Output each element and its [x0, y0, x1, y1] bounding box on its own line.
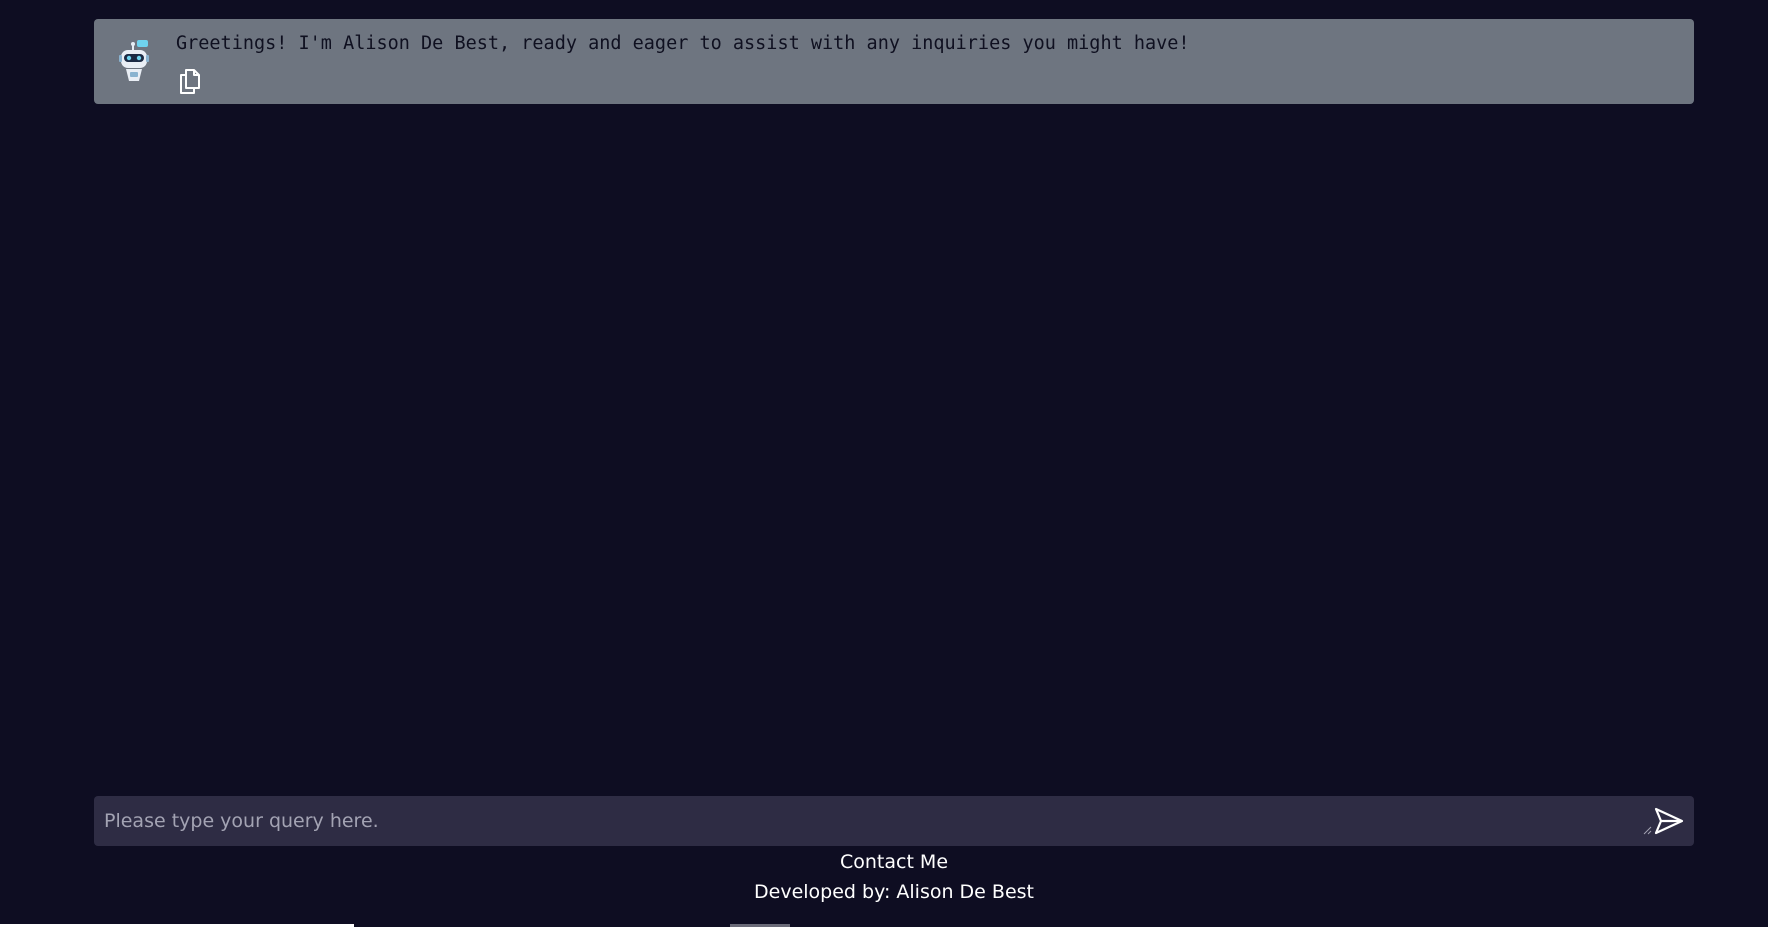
resize-grip-icon[interactable]: [1642, 825, 1652, 835]
copy-icon: [180, 69, 200, 94]
send-button[interactable]: [1652, 805, 1686, 837]
copy-button[interactable]: [176, 66, 204, 96]
query-input[interactable]: [94, 796, 1634, 846]
footer-credit: Developed by: Alison De Best: [754, 881, 1034, 903]
bot-message-text: Greetings! I'm Alison De Best, ready and…: [176, 33, 1190, 54]
contact-link[interactable]: Contact Me: [0, 851, 1768, 873]
send-icon: [1654, 807, 1684, 835]
query-bar: [94, 796, 1694, 846]
bot-message-card: Greetings! I'm Alison De Best, ready and…: [94, 19, 1694, 104]
robot-icon: [118, 39, 152, 83]
